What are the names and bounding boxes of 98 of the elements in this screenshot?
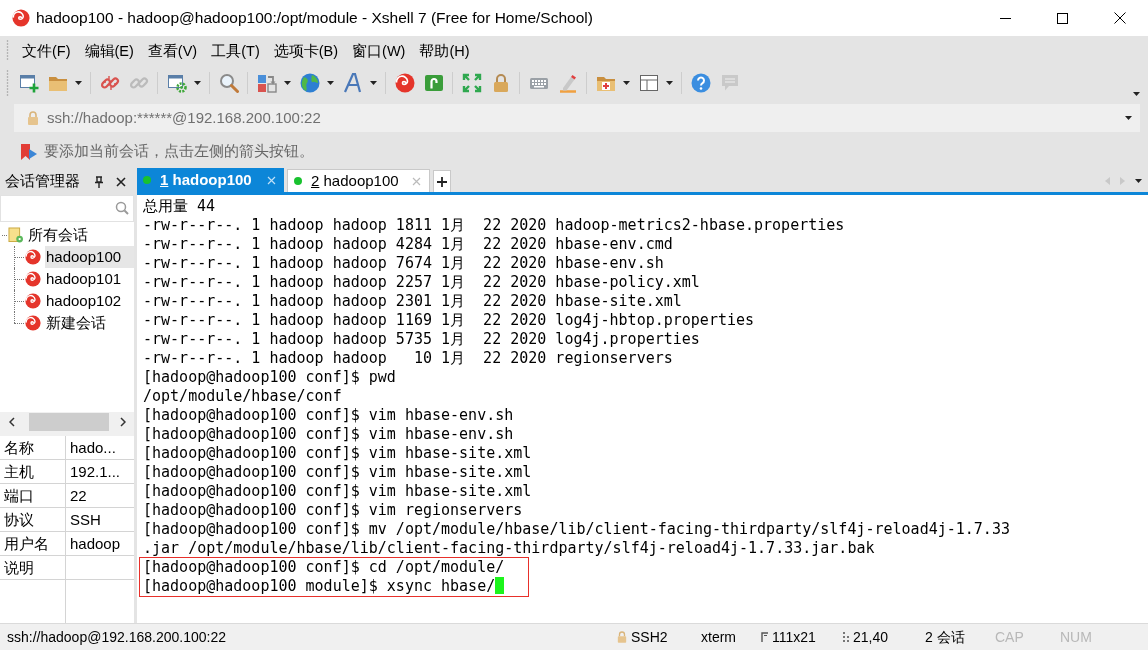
new-tab-button[interactable]	[433, 170, 451, 192]
menu-item[interactable]: 窗口(W)	[345, 39, 413, 63]
property-label: 说明	[0, 555, 66, 580]
property-value: SSH	[66, 507, 134, 532]
terminal-line: [hadoop@hadoop100 conf]$ vim hbase-site.xml	[143, 482, 533, 501]
property-label: 名称	[0, 435, 66, 460]
property-value: hadoop	[66, 531, 134, 556]
protocol-label: SSH2	[631, 627, 668, 647]
terminal-line: [hadoop@hadoop100 conf]$ pwd	[143, 368, 397, 387]
panel-title: 会话管理器	[5, 171, 80, 192]
minimize-icon[interactable]	[1000, 17, 1011, 19]
property-value: 22	[66, 483, 134, 508]
search-field[interactable]	[0, 195, 134, 222]
menu-item[interactable]: 查看(V)	[140, 39, 205, 63]
font-icon[interactable]	[342, 73, 363, 93]
terminal-line: [hadoop@hadoop100 conf]$ vim hbase-env.sh	[143, 406, 515, 425]
property-value: 192.1...	[66, 459, 134, 484]
tree-item[interactable]: hadoop101	[45, 268, 134, 290]
window-title: hadoop100 - hadoop@hadoop100:/opt/module - Xshell 7 (Free for Home/School)	[36, 8, 593, 29]
dots-icon	[843, 632, 849, 642]
address-field[interactable]: ssh://hadoop:******@192.168.200.100:22	[14, 104, 1140, 132]
cursor-position: 21,40	[853, 627, 889, 647]
session-count: 2 会话	[925, 627, 965, 647]
caret-icon[interactable]	[622, 81, 630, 85]
lock-icon	[617, 631, 627, 643]
property-label: 协议	[0, 507, 66, 532]
property-label: 主机	[0, 459, 66, 484]
caret-icon[interactable]	[665, 81, 673, 85]
plus-icon[interactable]	[437, 176, 447, 187]
chevron-right-icon[interactable]	[120, 416, 126, 427]
tree-item[interactable]: 所有会话	[27, 224, 134, 246]
folder-icon	[8, 227, 23, 243]
tree-item[interactable]: hadoop102	[45, 290, 134, 312]
menu-item[interactable]: 选项卡(B)	[266, 39, 346, 63]
lock-icon	[27, 111, 39, 125]
search-icon[interactable]	[115, 201, 129, 215]
maximize-icon[interactable]	[1057, 12, 1068, 24]
key-indicator: NUM	[1060, 627, 1092, 647]
close-icon[interactable]	[1113, 12, 1126, 24]
caret-icon[interactable]	[193, 81, 201, 85]
terminal-line: -rw-r--r--. 1 hadoop hadoop 4284 1月 22 2020 hbase-env.cmd	[143, 235, 674, 254]
property-value: hado...	[66, 435, 134, 460]
property-label: 用户名	[0, 531, 66, 556]
terminal-line: [hadoop@hadoop100 conf]$ vim hbase-site.xml	[143, 463, 533, 482]
caret-icon[interactable]	[283, 81, 291, 85]
terminal-line: .jar /opt/module/hbase/lib/client-facing-thirdparty/slf4j-reload4j-1.7.33.jar.bak	[143, 539, 876, 558]
flag-arrow-icon[interactable]	[20, 143, 38, 161]
terminal-line: -rw-r--r--. 1 hadoop hadoop 10 1月 22 2020 regionservers	[143, 349, 674, 368]
property-label: 端口	[0, 483, 66, 508]
terminal-line: -rw-r--r--. 1 hadoop hadoop 1169 1月 22 2020 log4j-hbtop.properties	[143, 311, 756, 330]
spiral-icon	[25, 293, 41, 309]
terminal-line: -rw-r--r--. 1 hadoop hadoop 2257 1月 22 2020 hbase-policy.xml	[143, 273, 701, 292]
terminal-line: [hadoop@hadoop100 conf]$ vim hbase-env.sh	[143, 425, 515, 444]
tab[interactable]: 1 hadoop100	[137, 168, 284, 192]
menu-item[interactable]: 文件(F)	[15, 39, 78, 63]
terminal-size: 111x21	[772, 627, 816, 647]
terminal-line: -rw-r--r--. 1 hadoop hadoop 5735 1月 22 2020 log4j.properties	[143, 330, 701, 349]
grip-icon[interactable]	[6, 40, 9, 62]
terminal-line: [hadoop@hadoop100 conf]$ cd /opt/module/	[143, 558, 505, 577]
menu-item[interactable]: 编辑(E)	[77, 39, 141, 63]
squares-arrow-icon[interactable]	[256, 73, 277, 93]
caret-icon[interactable]	[1135, 179, 1142, 183]
spiral-icon	[12, 9, 30, 27]
menu-item[interactable]: 帮助(H)	[412, 39, 477, 63]
caret-icon[interactable]	[74, 81, 82, 85]
tree-item[interactable]: hadoop100	[45, 246, 134, 268]
scrollbar-thumb[interactable]	[29, 412, 109, 431]
caret-icon[interactable]	[369, 81, 377, 85]
caret-icon[interactable]	[326, 81, 334, 85]
terminal-line: 总用量 44	[143, 197, 217, 216]
spiral-icon	[25, 315, 41, 331]
scrollbar-track[interactable]	[0, 411, 134, 432]
corner-icon	[761, 632, 768, 642]
terminal-line: -rw-r--r--. 1 hadoop hadoop 1811 1月 22 2020 hadoop-metrics2-hbase.properties	[143, 216, 846, 235]
spiral-icon	[25, 249, 41, 265]
terminal-line: [hadoop@hadoop100 module]$ xsync hbase/	[143, 577, 505, 596]
window-gear-icon[interactable]	[166, 73, 187, 93]
tab[interactable]: 2 hadoop100	[287, 169, 430, 192]
layout-icon[interactable]	[638, 73, 659, 93]
globe-icon[interactable]	[299, 73, 320, 93]
terminal-line: /opt/module/hbase/conf	[143, 387, 343, 406]
pin-icon[interactable]	[94, 175, 104, 188]
close-icon[interactable]	[116, 176, 126, 187]
spiral-icon	[25, 271, 41, 287]
terminal-line: [hadoop@hadoop100 conf]$ vim regionservers	[143, 501, 524, 520]
chevron-left-icon[interactable]	[9, 416, 15, 427]
grip-icon[interactable]	[6, 70, 9, 96]
terminal-line: [hadoop@hadoop100 conf]$ vim hbase-site.xml	[143, 444, 533, 463]
terminal-line: -rw-r--r--. 1 hadoop hadoop 2301 1月 22 2020 hbase-site.xml	[143, 292, 683, 311]
tree-item[interactable]: 新建会话	[45, 312, 134, 334]
terminal-line: [hadoop@hadoop100 conf]$ mv /opt/module/hbase/lib/client-facing-thirdparty/slf4j-reload4j-1.7.33	[143, 520, 1011, 539]
caret-icon[interactable]	[1125, 116, 1132, 120]
key-indicator: CAP	[995, 627, 1024, 647]
terminal-line: -rw-r--r--. 1 hadoop hadoop 7674 1月 22 2020 hbase-env.sh	[143, 254, 665, 273]
connection-address: ssh://hadoop@192.168.200.100:22	[7, 627, 226, 647]
hint-text: 要添加当前会话，点击左侧的箭头按钮。	[44, 142, 314, 162]
menu-item[interactable]: 工具(T)	[204, 39, 267, 63]
terminal-type: xterm	[701, 627, 736, 647]
